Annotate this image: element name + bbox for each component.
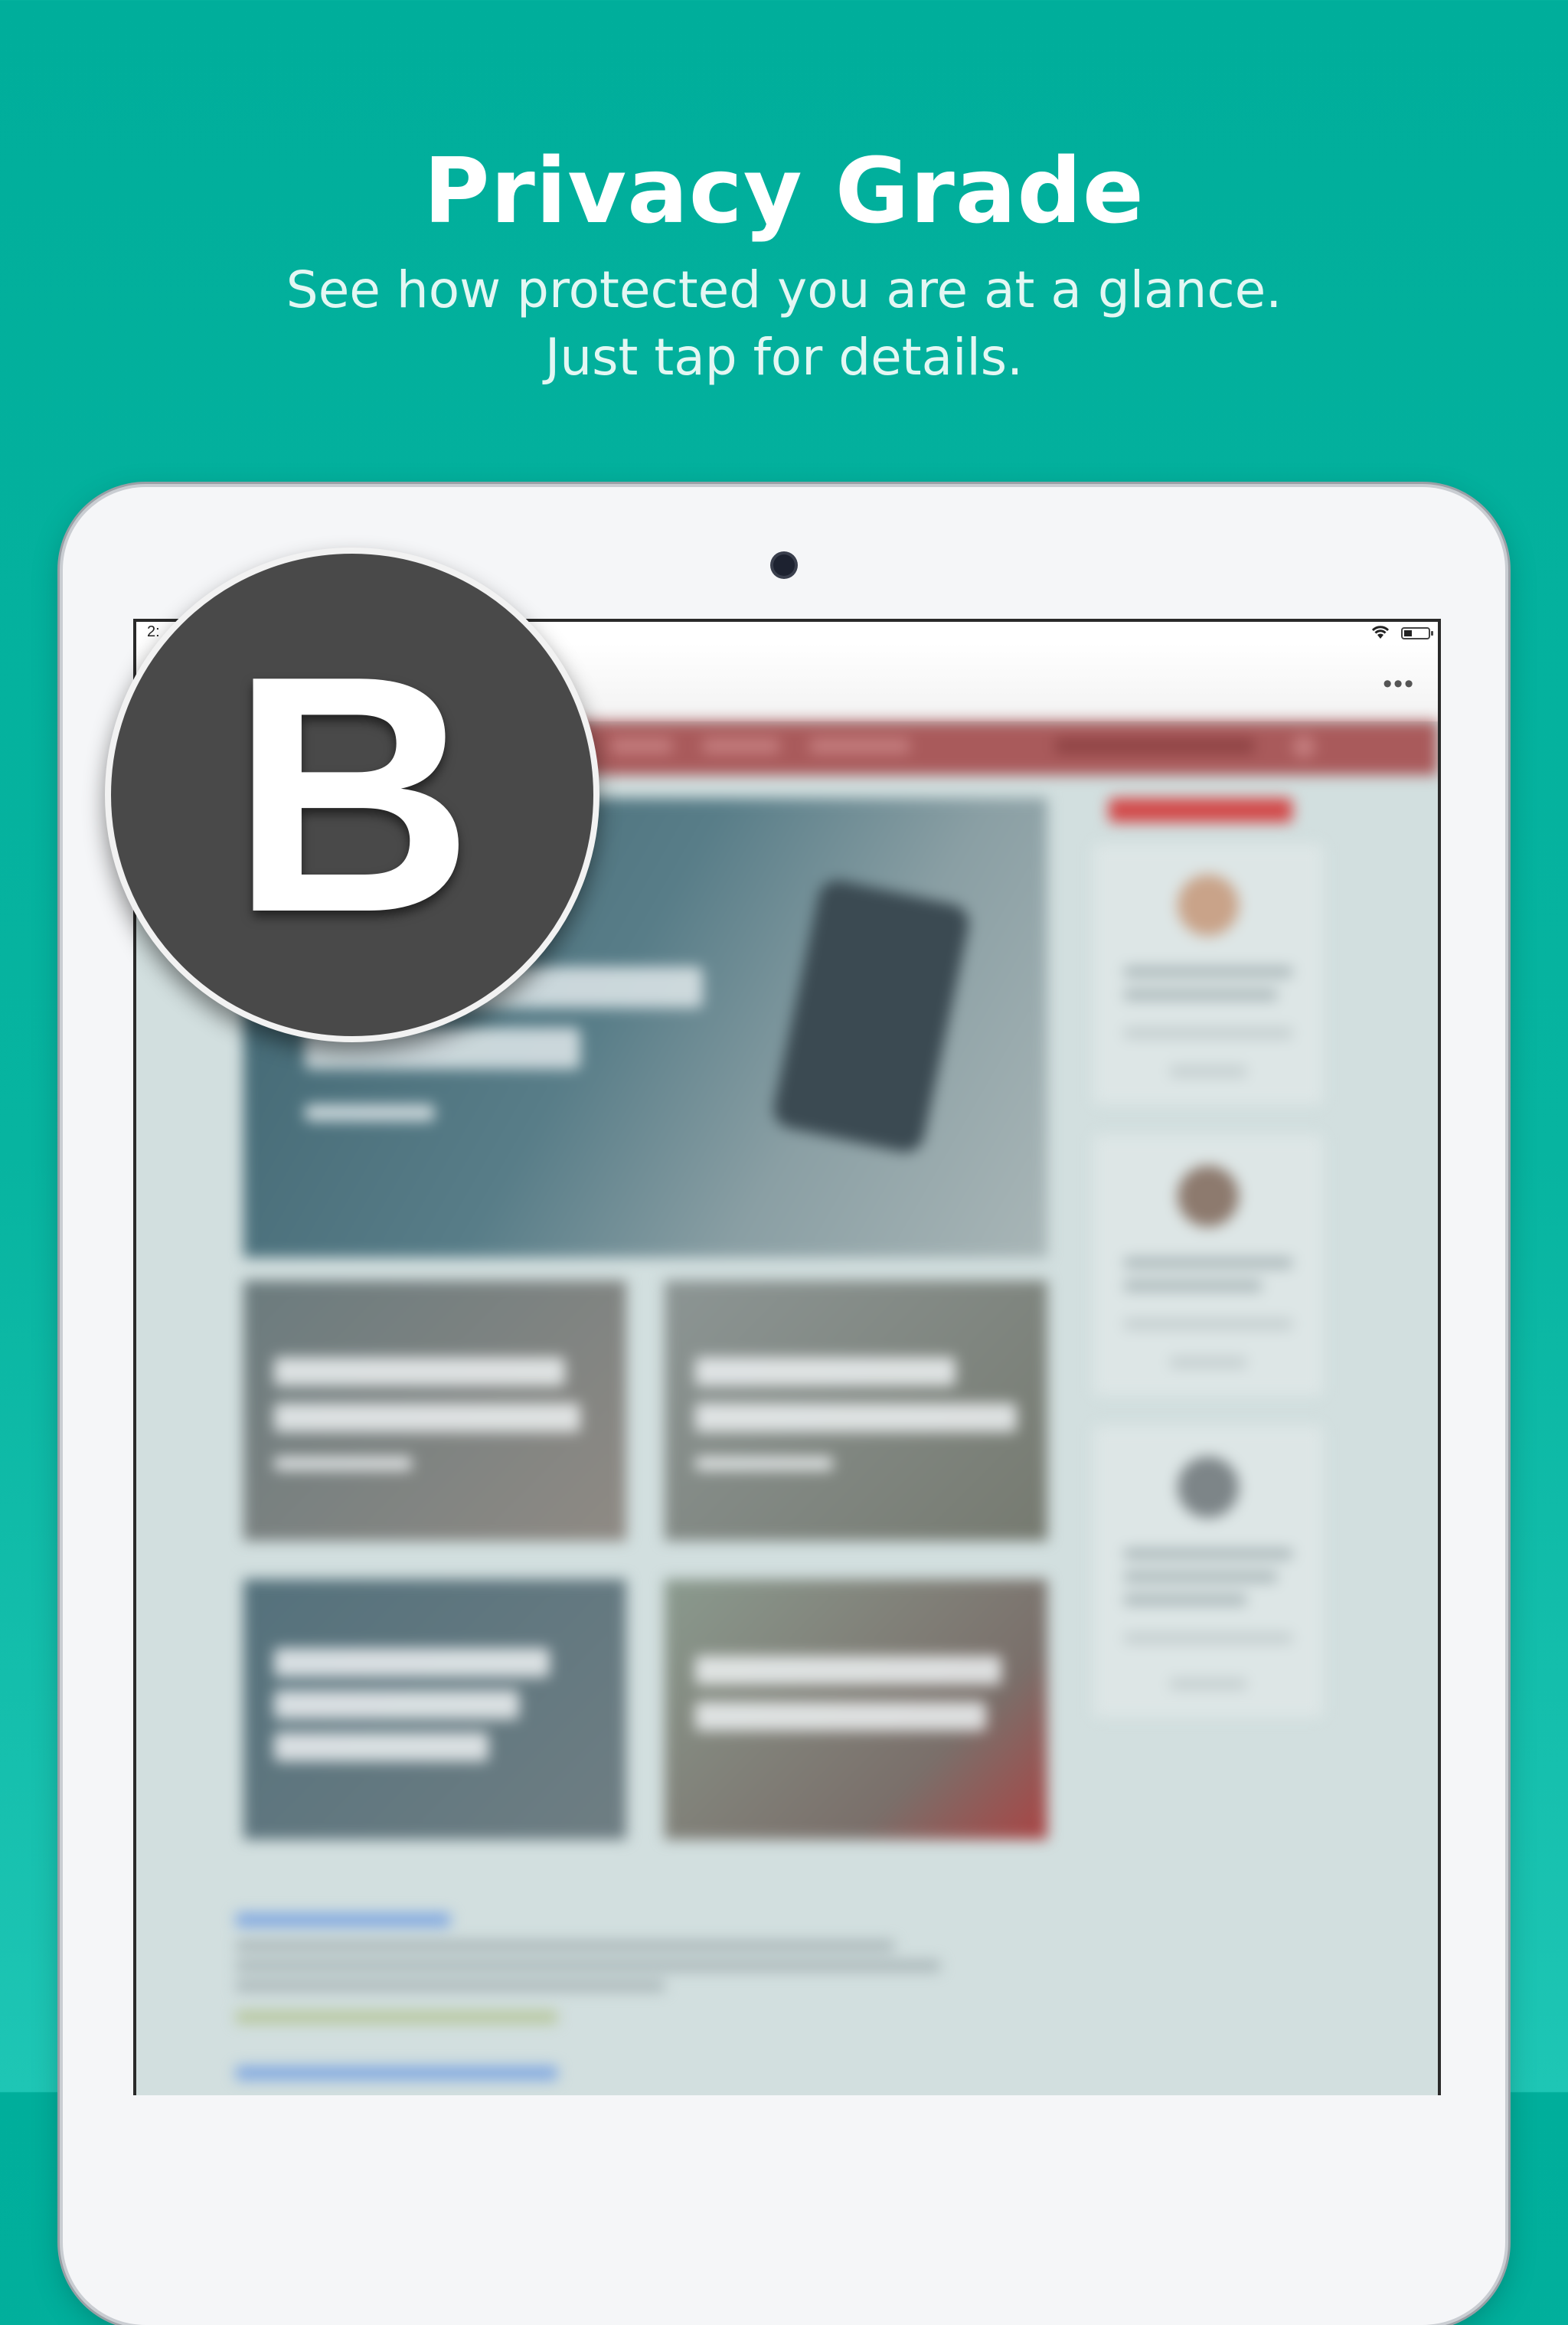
tile-headline-line (274, 1690, 519, 1719)
card-line (1124, 1571, 1277, 1582)
wifi-icon (1371, 626, 1390, 639)
article-tile (243, 1280, 626, 1541)
search-result-meta (236, 2011, 557, 2023)
search-result-link (236, 1913, 450, 1927)
tile-headline-line (695, 1702, 986, 1731)
card-line (1124, 1257, 1292, 1268)
author-card (1093, 1135, 1323, 1395)
tile-headline-line (274, 1403, 580, 1432)
camera-icon (773, 554, 795, 576)
tile-headline-line (274, 1648, 550, 1677)
card-line (1124, 1028, 1292, 1038)
search-result-line (236, 1960, 940, 1971)
tile-byline (274, 1457, 412, 1470)
card-line (1124, 989, 1277, 1000)
nav-search-box (1055, 738, 1254, 754)
article-tile (243, 1579, 626, 1839)
privacy-grade-badge[interactable]: B (105, 548, 599, 1042)
sidebar-badge (1109, 798, 1292, 822)
tile-headline-line (274, 1732, 488, 1761)
nav-user-icon (1292, 735, 1315, 758)
headline: Privacy Grade (423, 138, 1145, 244)
article-tile (665, 1280, 1047, 1541)
card-line (1170, 1357, 1246, 1368)
search-result-line (236, 1980, 665, 1991)
author-avatar (1178, 875, 1239, 936)
card-line (1170, 1679, 1246, 1689)
search-result-link (236, 2066, 557, 2080)
card-line (1124, 1280, 1262, 1291)
author-card (1093, 844, 1323, 1104)
battery-icon (1401, 627, 1433, 639)
card-line (1124, 1633, 1292, 1643)
card-line (1170, 1066, 1246, 1077)
card-line (1124, 1319, 1292, 1329)
tile-headline-line (695, 1656, 1001, 1685)
author-avatar (1178, 1457, 1239, 1518)
nav-item (611, 738, 672, 754)
hero-byline (305, 1104, 435, 1121)
hero-phone-shape (769, 876, 973, 1156)
subtitle-line-1: See how protected you are at a glance. (286, 260, 1282, 319)
card-line (1124, 1548, 1292, 1559)
article-tile (665, 1579, 1047, 1839)
grade-letter: B (230, 607, 474, 983)
subtitle-line-2: Just tap for details. (544, 328, 1024, 387)
card-line (1124, 1594, 1246, 1605)
tile-headline-line (274, 1357, 565, 1386)
author-card (1093, 1426, 1323, 1717)
search-result-line (236, 1941, 894, 1951)
tile-headline-line (695, 1357, 956, 1386)
nav-item (810, 738, 910, 754)
card-line (1124, 966, 1292, 977)
tile-headline-line (695, 1403, 1017, 1432)
author-avatar (1178, 1166, 1239, 1227)
more-menu-icon[interactable]: ••• (1383, 669, 1415, 699)
tile-byline (695, 1457, 833, 1470)
nav-item (703, 738, 779, 754)
